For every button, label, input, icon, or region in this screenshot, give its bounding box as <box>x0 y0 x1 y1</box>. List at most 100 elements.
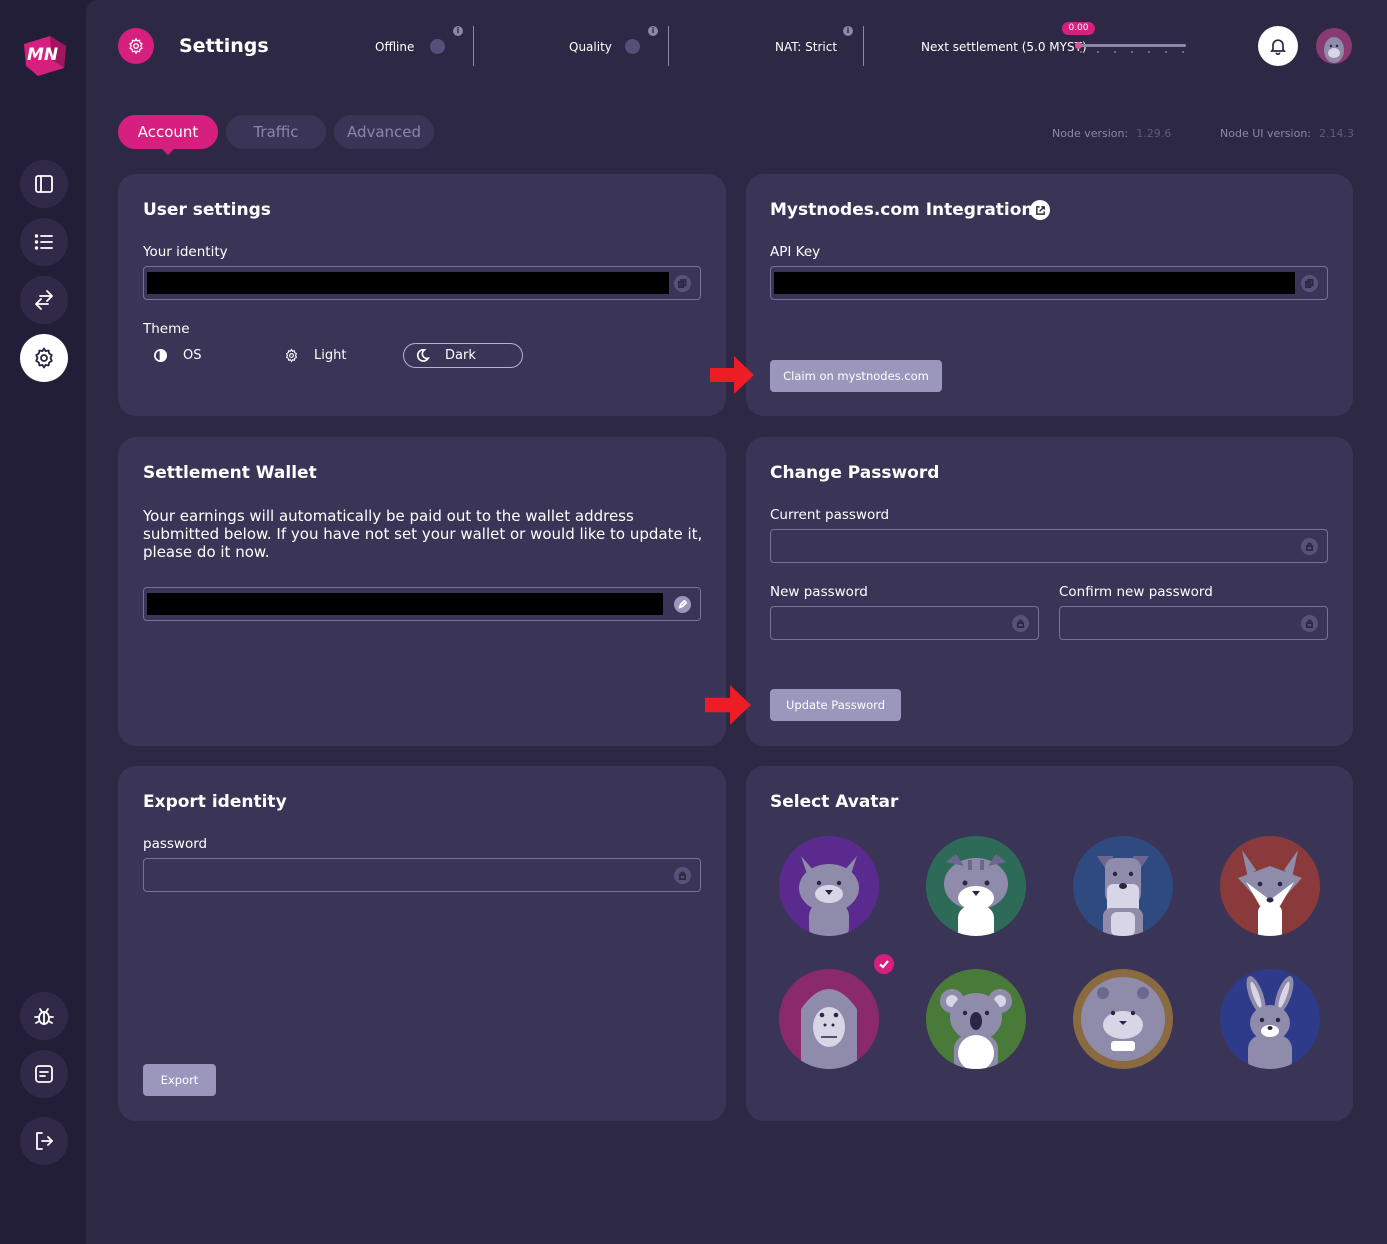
settlement-value-badge: 0.00 <box>1062 22 1095 35</box>
theme-option-light-label: Light <box>314 348 347 363</box>
lock-icon <box>1301 538 1318 555</box>
status-quality-indicator <box>625 39 640 54</box>
export-button[interactable]: Export <box>143 1064 216 1096</box>
avatar-option-fox[interactable] <box>1220 836 1320 936</box>
node-version-value: 1.29.6 <box>1136 127 1172 140</box>
status-offline-indicator <box>430 39 445 54</box>
list-icon <box>34 234 53 250</box>
info-icon[interactable]: i <box>843 26 853 36</box>
theme-option-os[interactable]: OS <box>153 348 201 363</box>
select-avatar-title: Select Avatar <box>770 792 899 812</box>
lock-icon <box>1012 615 1029 632</box>
sidebar: MN <box>0 0 86 1244</box>
nat-value: Strict <box>805 40 838 54</box>
copy-icon[interactable] <box>1301 275 1318 292</box>
edit-icon[interactable] <box>674 596 691 613</box>
node-ui-version-value: 2.14.3 <box>1319 127 1354 140</box>
api-key-label: API Key <box>770 244 821 260</box>
terms-button[interactable] <box>20 1050 68 1098</box>
theme-option-os-label: OS <box>183 348 202 363</box>
tab-advanced[interactable]: Advanced <box>334 115 434 149</box>
change-password-title: Change Password <box>770 463 940 483</box>
settlement-wallet-description: Your earnings will automatically be paid… <box>143 507 703 561</box>
identity-label: Your identity <box>143 244 228 260</box>
bug-icon <box>34 1008 54 1025</box>
red-arrow-annotation <box>705 685 751 725</box>
settlement-wallet-title: Settlement Wallet <box>143 463 317 483</box>
claim-button[interactable]: Claim on mystnodes.com <box>770 360 942 392</box>
transfer-arrows-icon <box>35 290 53 310</box>
dashboard-nav-button[interactable] <box>20 160 68 208</box>
bell-icon <box>1270 39 1286 56</box>
avatar-option-tiger-cat[interactable] <box>926 836 1026 936</box>
theme-option-light[interactable]: Light <box>284 348 346 363</box>
red-arrow-annotation <box>710 356 754 394</box>
avatar-option-cat[interactable] <box>779 836 879 936</box>
avatar-option-koala[interactable] <box>926 969 1026 1069</box>
info-icon[interactable]: i <box>453 26 463 36</box>
theme-label: Theme <box>143 321 190 337</box>
page-title: Settings <box>179 35 269 57</box>
nat-label: NAT: <box>775 40 802 54</box>
divider <box>863 26 864 66</box>
copy-icon[interactable] <box>674 275 691 292</box>
active-tab-pointer <box>161 148 175 155</box>
confirm-password-label: Confirm new password <box>1059 584 1213 600</box>
new-password-label: New password <box>770 584 868 600</box>
nat-status: NAT: Strict <box>775 40 837 54</box>
settings-nav-button[interactable] <box>20 334 68 382</box>
cat-icon <box>799 856 859 936</box>
avatar-option-schnauzer[interactable] <box>1073 836 1173 936</box>
koala-icon <box>940 989 1012 1069</box>
settlement-progress-track <box>1076 44 1186 47</box>
gorilla-icon <box>1324 37 1344 63</box>
logout-icon <box>36 1132 53 1150</box>
identity-field[interactable] <box>143 266 701 300</box>
sidebar-panel-icon <box>35 175 53 193</box>
user-settings-title: User settings <box>143 200 271 220</box>
settlement-ticks <box>1080 51 1184 53</box>
current-password-input[interactable] <box>770 529 1328 563</box>
avatar-option-rabbit[interactable] <box>1220 969 1320 1069</box>
hamster-icon <box>1081 977 1165 1061</box>
app-logo[interactable]: MN <box>20 30 70 78</box>
lock-icon <box>1301 615 1318 632</box>
node-version-label: Node version: <box>1052 127 1129 140</box>
confirm-password-input[interactable] <box>1059 606 1328 640</box>
tab-traffic[interactable]: Traffic <box>226 115 326 149</box>
logo-text: MN <box>27 45 58 65</box>
sessions-nav-button[interactable] <box>20 218 68 266</box>
export-password-input[interactable] <box>143 858 701 892</box>
redacted-value <box>147 272 669 294</box>
redacted-value <box>774 272 1295 294</box>
settlement-progress-knob <box>1075 42 1082 49</box>
current-password-label: Current password <box>770 507 890 523</box>
avatar-option-hamster[interactable] <box>1073 969 1173 1069</box>
info-icon[interactable]: i <box>648 26 658 36</box>
export-password-label: password <box>143 836 208 852</box>
tab-account[interactable]: Account <box>118 115 218 149</box>
status-offline-label: Offline <box>375 40 415 54</box>
theme-option-dark-content[interactable]: Dark <box>415 348 476 363</box>
update-password-button[interactable]: Update Password <box>770 689 901 721</box>
moon-icon <box>416 348 430 362</box>
report-bug-button[interactable] <box>20 992 68 1040</box>
wallet-address-field[interactable] <box>143 587 701 621</box>
gear-icon <box>35 347 53 369</box>
new-password-input[interactable] <box>770 606 1039 640</box>
fox-icon <box>1238 850 1302 936</box>
api-key-field[interactable] <box>770 266 1328 300</box>
transactions-nav-button[interactable] <box>20 276 68 324</box>
external-link-icon[interactable] <box>1030 200 1050 220</box>
node-ui-version: Node UI version: 2.14.3 <box>1220 127 1354 140</box>
page-icon <box>118 28 154 64</box>
profile-avatar[interactable] <box>1316 28 1352 64</box>
document-icon <box>35 1065 53 1083</box>
divider <box>668 26 669 66</box>
gear-icon <box>129 37 143 55</box>
avatar-option-gorilla[interactable] <box>779 969 879 1069</box>
notifications-button[interactable] <box>1258 26 1298 66</box>
logout-button[interactable] <box>20 1117 68 1165</box>
status-quality-label: Quality <box>569 40 612 54</box>
gear-icon <box>285 348 298 363</box>
